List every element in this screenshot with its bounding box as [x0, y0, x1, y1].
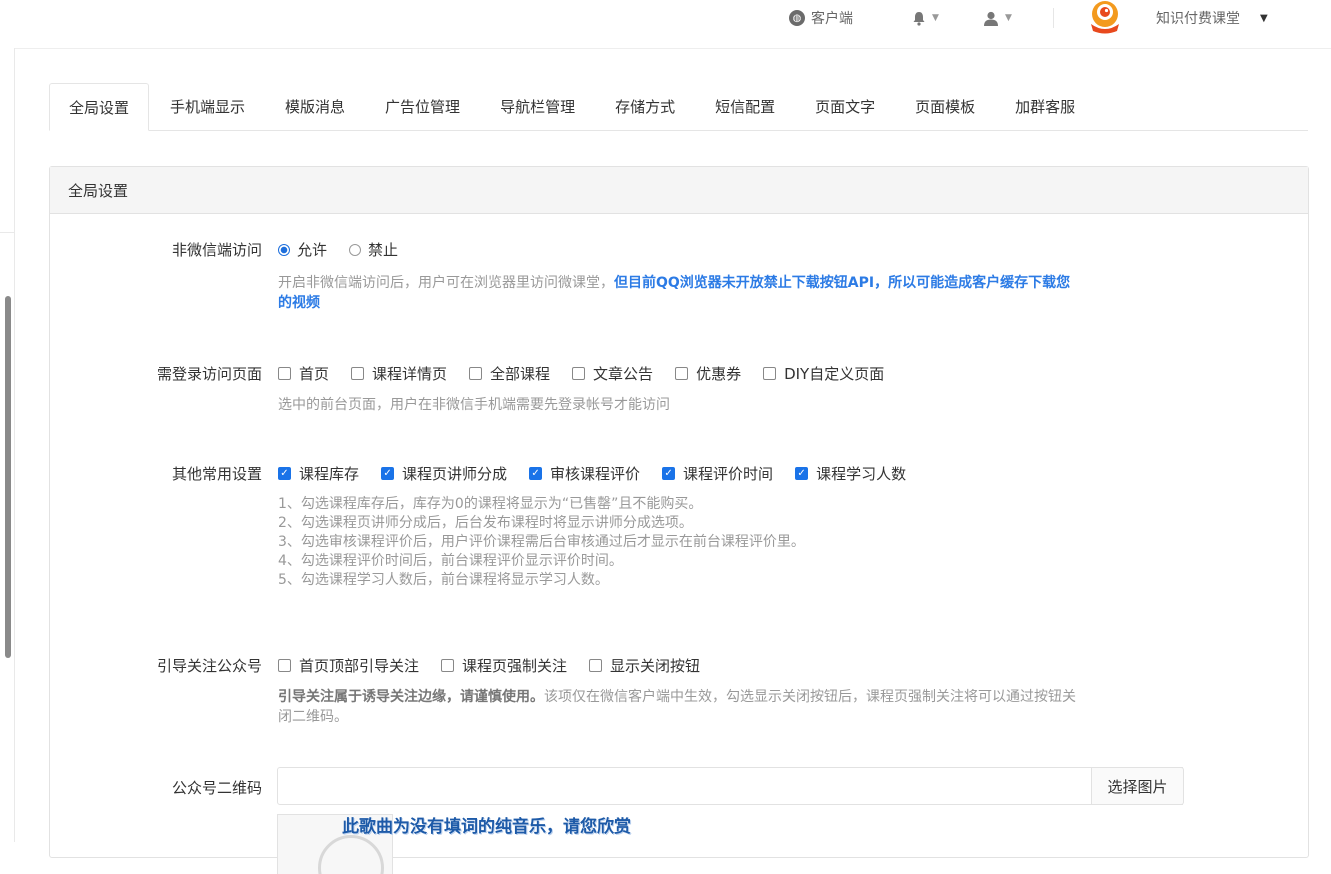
brand-logo[interactable]	[1087, 0, 1123, 34]
account-name: 知识付费课堂	[1156, 11, 1240, 27]
panel-title: 全局设置	[50, 167, 1308, 214]
tab-template-messages[interactable]: 模版消息	[266, 83, 364, 130]
follow-checkboxes: 首页顶部引导关注 课程页强制关注 显示关闭按钮	[278, 655, 722, 676]
radio-checked	[278, 243, 290, 256]
field-label: 公众号二维码	[171, 779, 262, 797]
checkbox-diy-page[interactable]: DIY自定义页面	[763, 363, 884, 384]
tab-storage[interactable]: 存储方式	[596, 83, 694, 130]
no-image-icon	[318, 835, 384, 874]
sidebar-divider	[0, 232, 14, 233]
follow-help: 引导关注属于诱导关注边缘，请谨慎使用。该项仅在微信客户端中生效，勾选显示关闭按钮…	[278, 689, 1076, 725]
divider	[1053, 8, 1054, 28]
checkbox-teacher-share[interactable]: ✓ 课程页讲师分成	[381, 463, 507, 484]
overlay-subtitle: 此歌曲为没有填词的纯音乐，请您欣赏	[342, 817, 631, 837]
top-bar: ◍ 客户端 ▼ ▼ 知识付费课堂 ▼	[0, 0, 1331, 49]
check-icon: ✓	[662, 467, 676, 480]
radio-deny[interactable]: 禁止	[349, 239, 398, 260]
user-icon	[984, 11, 998, 26]
tab-group-service[interactable]: 加群客服	[996, 83, 1094, 130]
field-label: 引导关注公众号	[156, 657, 262, 675]
login-pages-checkboxes: 首页 课程详情页 全部课程 文章公告 优惠券 DIY自定义页面	[278, 363, 906, 384]
checkbox-review-audit[interactable]: ✓ 审核课程评价	[529, 463, 640, 484]
radio-allow[interactable]: 允许	[278, 239, 327, 260]
checkbox-review-time[interactable]: ✓ 课程评价时间	[662, 463, 773, 484]
login-pages-help: 选中的前台页面，用户在非微信手机端需要先登录帐号才能访问	[278, 397, 670, 413]
qrcode-path-input[interactable]	[277, 767, 1183, 805]
tab-global-settings[interactable]: 全局设置	[49, 83, 150, 131]
common-help: 1、勾选课程库存后，库存为0的课程将显示为“已售罄”且不能购买。 2、勾选课程页…	[278, 496, 805, 588]
tab-page-template[interactable]: 页面模板	[896, 83, 994, 130]
check-icon: ✓	[795, 467, 809, 480]
non-wechat-help: 开启非微信端访问后，用户可在浏览器里访问微课堂，但目前QQ浏览器未开放禁止下载按…	[278, 275, 1071, 311]
tab-sms[interactable]: 短信配置	[696, 83, 794, 130]
radio-unchecked	[349, 243, 362, 256]
caret-down-icon: ▼	[1260, 12, 1268, 24]
user-dropdown[interactable]: ▼	[983, 0, 1012, 36]
check-icon: ✓	[278, 467, 291, 480]
client-link[interactable]: ◍ 客户端	[789, 0, 853, 36]
caret-down-icon: ▼	[1005, 13, 1012, 23]
check-icon: ✓	[529, 467, 543, 480]
tab-mobile-display[interactable]: 手机端显示	[151, 83, 264, 130]
tab-page-text[interactable]: 页面文字	[796, 83, 894, 130]
settings-tabs: 全局设置 手机端显示 模版消息 广告位管理 导航栏管理 存储方式 短信配置 页面…	[49, 83, 1308, 131]
checkbox-articles[interactable]: 文章公告	[572, 363, 653, 384]
non-wechat-radios: 允许 禁止	[278, 239, 420, 260]
field-label: 其他常用设置	[171, 465, 262, 483]
checkbox-home[interactable]: 首页	[278, 363, 329, 384]
checkbox-coupons[interactable]: 优惠券	[675, 363, 741, 384]
bell-icon	[913, 11, 925, 26]
checkbox-course-stock[interactable]: ✓ 课程库存	[278, 463, 359, 484]
checkbox-home-follow[interactable]: 首页顶部引导关注	[278, 655, 419, 676]
checkbox-course-detail[interactable]: 课程详情页	[351, 363, 447, 384]
tab-ad-slots[interactable]: 广告位管理	[366, 83, 479, 130]
checkbox-all-courses[interactable]: 全部课程	[469, 363, 550, 384]
checkbox-learner-count[interactable]: ✓ 课程学习人数	[795, 463, 906, 484]
caret-down-icon: ▼	[932, 13, 939, 23]
checkbox-force-follow[interactable]: 课程页强制关注	[441, 655, 567, 676]
common-checkboxes: ✓ 课程库存 ✓ 课程页讲师分成 ✓ 审核课程评价 ✓ 课程评价时间 ✓ 课程学习人数	[278, 463, 928, 484]
client-label: 客户端	[811, 11, 853, 27]
field-label: 需登录访问页面	[156, 365, 262, 383]
notifications-dropdown[interactable]: ▼	[912, 0, 939, 36]
globe-icon: ◍	[789, 10, 805, 26]
choose-image-button[interactable]: 选择图片	[1091, 767, 1184, 805]
checkbox-close-button[interactable]: 显示关闭按钮	[589, 655, 700, 676]
field-label: 非微信端访问	[171, 241, 262, 259]
tab-navbar[interactable]: 导航栏管理	[481, 83, 594, 130]
settings-panel: 全局设置 非微信端访问 允许 禁止 开启非微信端访问后，用户可在浏览器里访问微课…	[49, 166, 1309, 874]
check-icon: ✓	[381, 467, 395, 480]
warning-text: 但目前QQ浏览器未开放禁止下载按钮API，所以可能造成客户缓存下载您	[614, 275, 1071, 291]
account-menu[interactable]: 知识付费课堂 ▼	[1156, 0, 1268, 36]
scrollbar-thumb[interactable]	[5, 296, 11, 658]
warning-text: 的视频	[278, 295, 320, 311]
